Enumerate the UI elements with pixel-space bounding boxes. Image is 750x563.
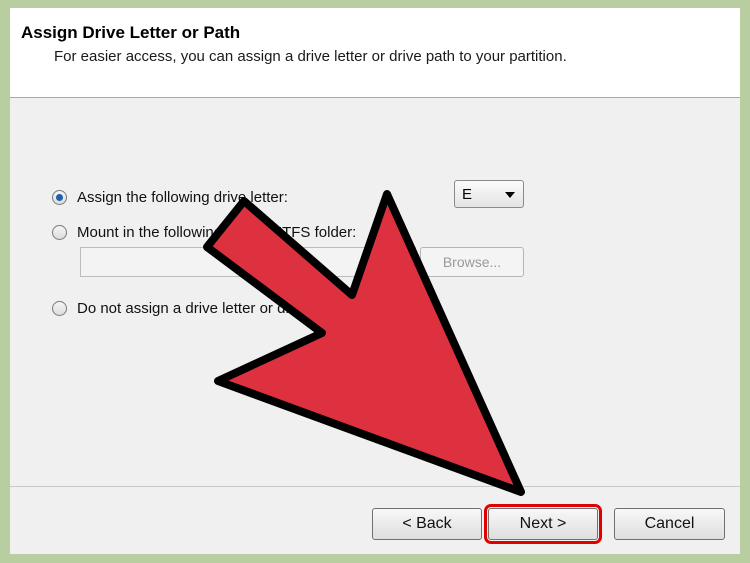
footer-divider — [10, 486, 740, 487]
mount-folder-radio[interactable] — [52, 224, 67, 240]
assign-letter-label: Assign the following drive letter: — [77, 188, 288, 206]
no-assign-option[interactable]: Do not assign a drive letter or drive pa… — [52, 297, 343, 319]
wizard-subtitle: For easier access, you can assign a driv… — [54, 48, 567, 65]
browse-button[interactable]: Browse... — [420, 247, 524, 277]
drive-letter-dropdown[interactable]: E — [454, 180, 524, 208]
folder-path-input[interactable] — [80, 247, 416, 277]
mount-folder-option[interactable]: Mount in the following empty NTFS folder… — [52, 221, 356, 243]
mount-folder-label: Mount in the following empty NTFS folder… — [77, 223, 357, 241]
chevron-down-icon — [505, 192, 515, 198]
assign-drive-letter-dialog: Assign Drive Letter or Path For easier a… — [10, 8, 740, 554]
wizard-title: Assign Drive Letter or Path — [21, 23, 241, 42]
wizard-header: Assign Drive Letter or Path For easier a… — [10, 8, 740, 98]
back-button[interactable]: < Back — [372, 508, 482, 540]
cancel-button[interactable]: Cancel — [614, 508, 725, 540]
assign-letter-option[interactable]: Assign the following drive letter: — [52, 186, 288, 208]
assign-letter-radio[interactable] — [52, 189, 67, 205]
no-assign-radio[interactable] — [52, 300, 67, 316]
drive-letter-value: E — [462, 186, 473, 203]
next-button[interactable]: Next > — [484, 504, 602, 544]
no-assign-label: Do not assign a drive letter or drive pa… — [77, 299, 343, 317]
